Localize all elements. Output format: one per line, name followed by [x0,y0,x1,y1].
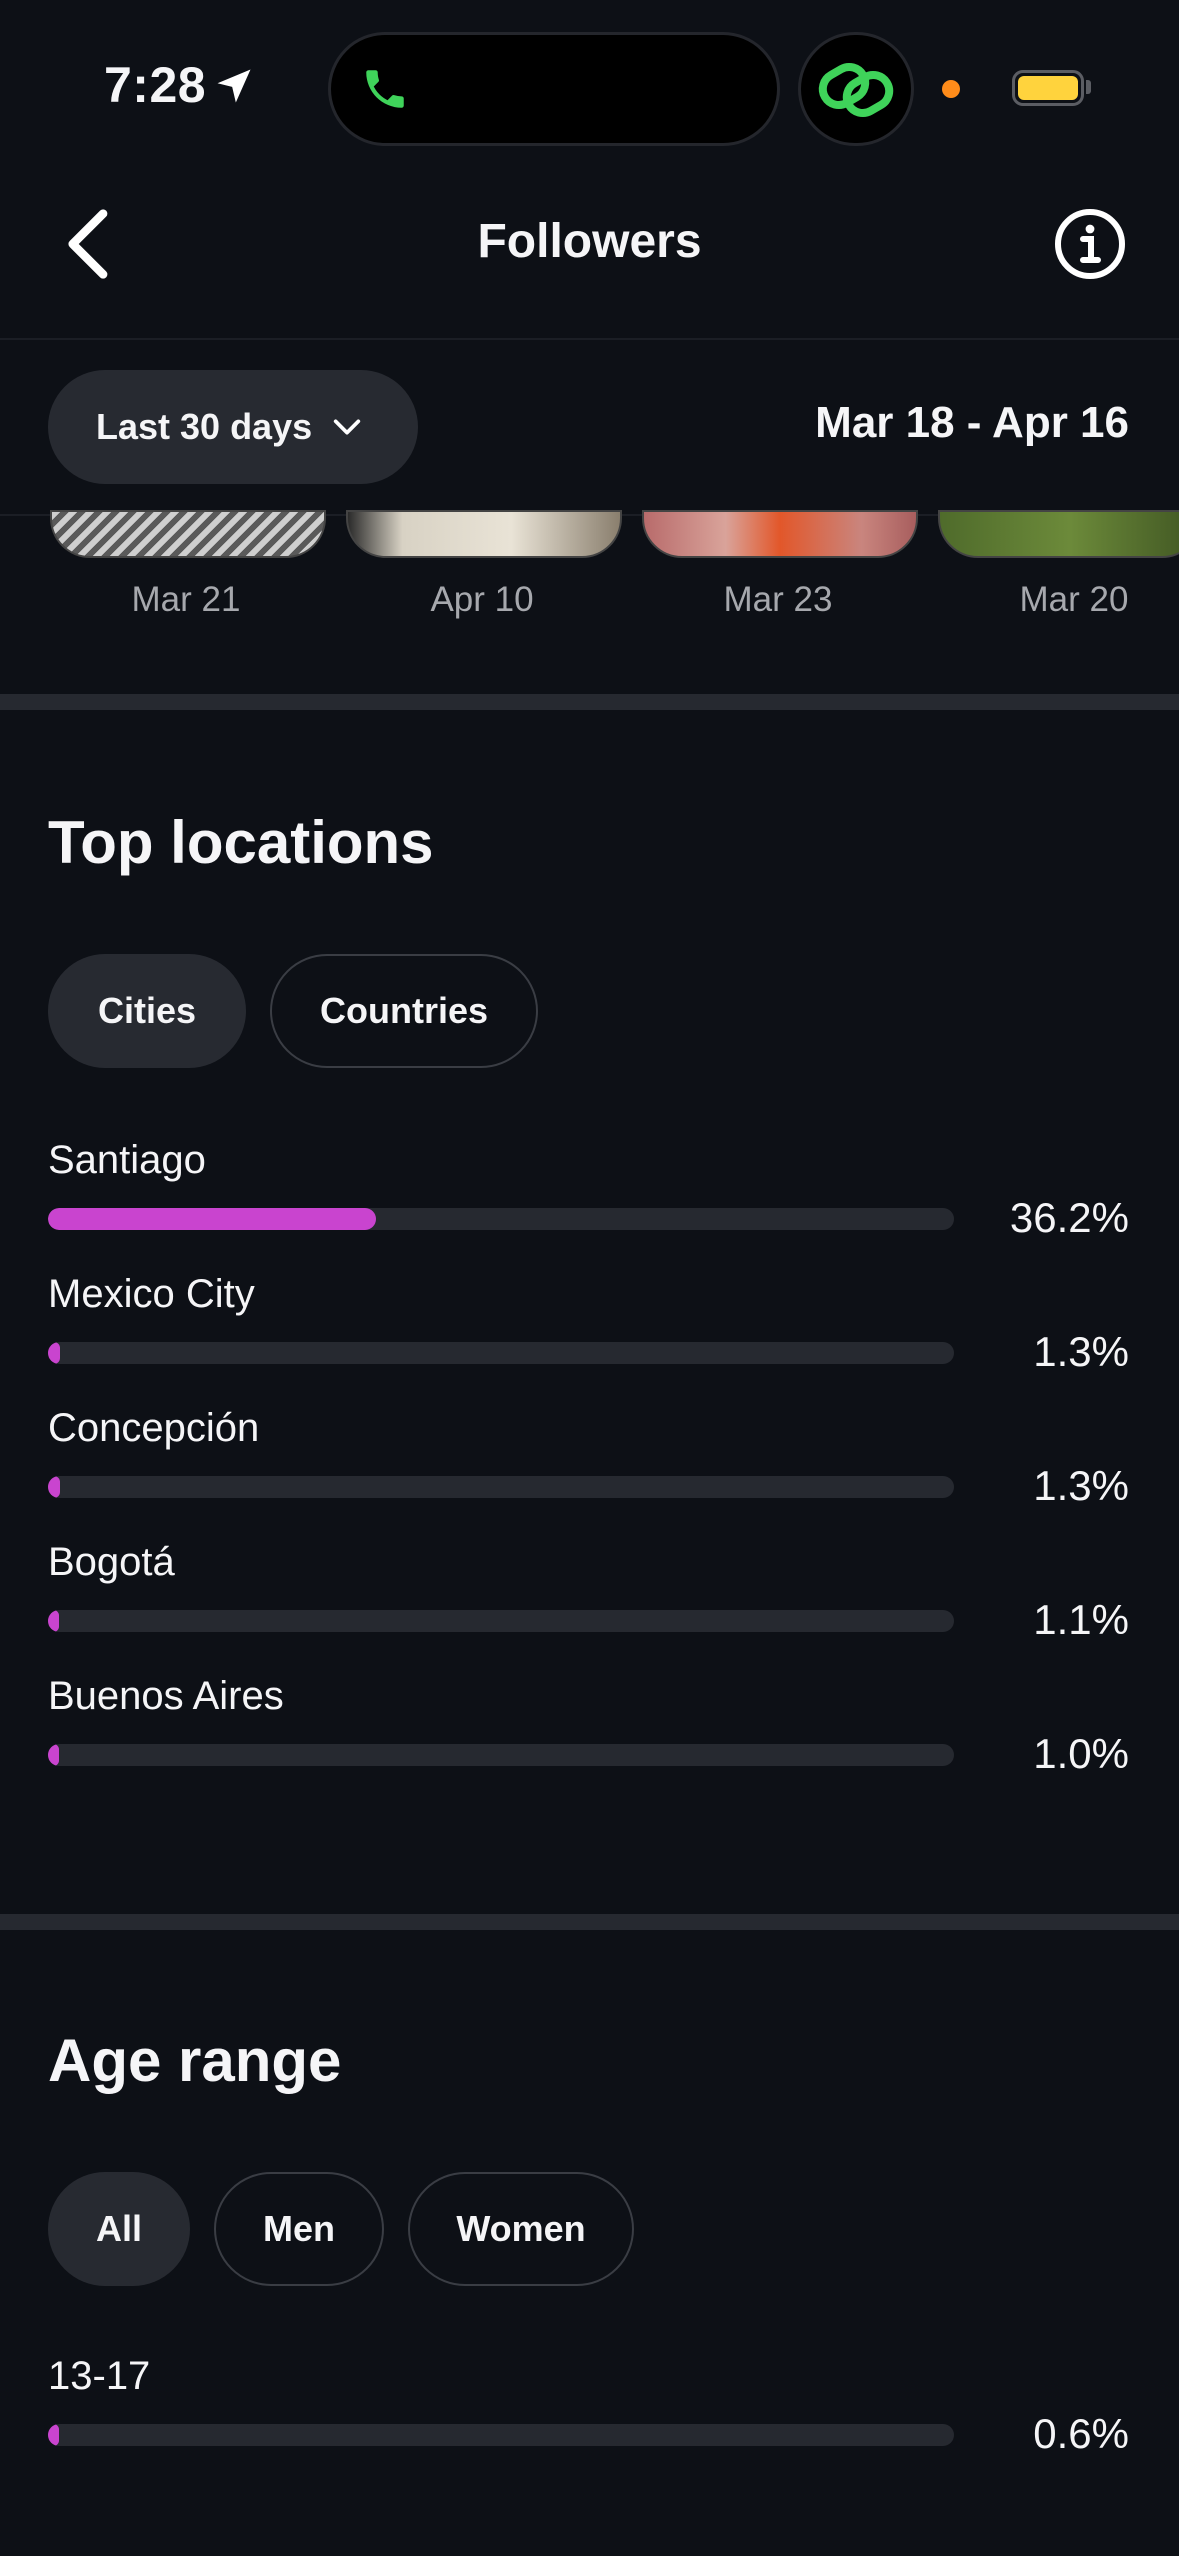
battery-cap [1086,80,1091,94]
thumbnail-date: Apr 10 [430,580,534,619]
location-bar-fill [48,1476,60,1498]
header-divider [0,338,1179,340]
location-percent: 1.0% [1033,1730,1129,1777]
page-title: Followers [477,215,702,268]
date-range-dropdown-label: Last 30 days [96,406,313,447]
chevron-down-icon [333,419,361,435]
tab-men[interactable]: Men [214,2172,384,2286]
age-bar-fill [48,2424,59,2446]
location-label: Santiago [48,1138,206,1182]
tab-cities[interactable]: Cities [48,954,246,1068]
tab-all[interactable]: All [48,2172,190,2286]
location-label: Concepción [48,1406,260,1450]
age-label: 13-17 [48,2354,151,2398]
location-bar-track [48,1342,954,1364]
post-thumbnail[interactable] [938,510,1179,558]
post-thumbnail[interactable] [346,510,622,558]
date-range-dropdown[interactable]: Last 30 days [48,370,418,484]
location-bar-track [48,1208,954,1230]
link-chain-icon [818,63,894,117]
battery-icon [1012,70,1084,106]
location-bar-track [48,1744,954,1766]
phone-call-icon [366,70,404,108]
location-arrow-icon [217,69,251,103]
location-bar-fill [48,1342,60,1364]
location-bar-fill [48,1208,376,1230]
location-bar-track [48,1476,954,1498]
section-separator [0,694,1179,710]
age-range-title: Age range [48,2027,342,2094]
status-time: 7:28 [104,57,207,113]
age-bar-track [48,2424,954,2446]
thumbnail-date: Mar 20 [1019,580,1129,619]
location-percent: 1.3% [1033,1462,1129,1509]
top-locations-title: Top locations [48,809,434,876]
info-icon[interactable] [1054,208,1126,280]
post-thumbnail[interactable] [50,510,326,558]
privacy-indicator-dot [942,80,960,98]
location-bar-track [48,1610,954,1632]
location-percent: 36.2% [1009,1194,1129,1241]
tab-women[interactable]: Women [408,2172,634,2286]
thumbnail-date: Mar 23 [723,580,833,619]
location-percent: 1.1% [1033,1596,1129,1643]
location-label: Buenos Aires [48,1674,284,1718]
location-label: Mexico City [48,1272,255,1316]
section-separator [0,1914,1179,1930]
thumbnail-date: Mar 21 [131,580,241,619]
tab-countries[interactable]: Countries [270,954,538,1068]
age-percent: 0.6% [1033,2410,1129,2457]
location-percent: 1.3% [1033,1328,1129,1375]
location-bar-fill [48,1744,59,1766]
date-range-text: Mar 18 - Apr 16 [815,398,1129,447]
location-label: Bogotá [48,1540,175,1584]
post-thumbnail[interactable] [642,510,918,558]
location-bar-fill [48,1610,59,1632]
